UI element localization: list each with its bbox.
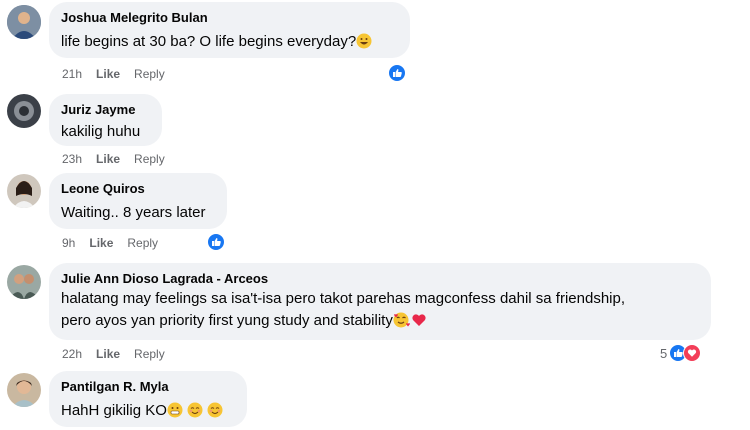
comment-meta: 22h Like Reply: [62, 347, 165, 361]
avatar[interactable]: [7, 373, 41, 407]
blushing-emoji-icon: [207, 402, 223, 425]
comment-time[interactable]: 22h: [62, 347, 82, 361]
heart-icon: [683, 344, 702, 362]
comment-author[interactable]: Joshua Melegrito Bulan: [61, 10, 398, 25]
comment-text: kakilig huhu: [61, 123, 141, 140]
reaction-summary[interactable]: [388, 64, 406, 82]
avatar[interactable]: [7, 174, 41, 208]
like-button[interactable]: Like: [96, 152, 120, 166]
reaction-summary[interactable]: [207, 233, 225, 251]
avatar[interactable]: [7, 94, 41, 128]
like-button[interactable]: Like: [89, 236, 113, 250]
avatar[interactable]: [7, 5, 41, 39]
comment-text-line: halatang may feelings sa isa't-isa pero …: [61, 290, 626, 307]
comment-text: Waiting.. 8 years later: [61, 204, 206, 221]
reaction-summary[interactable]: 5: [660, 344, 702, 362]
comment-author[interactable]: Pantilgan R. Myla: [61, 379, 235, 394]
avatar[interactable]: [7, 265, 41, 299]
comment-author[interactable]: Leone Quiros: [61, 181, 215, 196]
like-button[interactable]: Like: [96, 67, 120, 81]
comment-text: halatang may feelings sa isa't-isa pero …: [61, 288, 699, 335]
comment-bubble: Julie Ann Dioso Lagrada - Arceos halatan…: [49, 263, 711, 340]
comment-meta: 9h Like Reply: [62, 236, 158, 250]
blushing-emoji-icon: [187, 402, 203, 425]
comment-time[interactable]: 23h: [62, 152, 82, 166]
comment-author[interactable]: Juriz Jayme: [61, 102, 150, 117]
like-button[interactable]: Like: [96, 347, 120, 361]
comment-time[interactable]: 21h: [62, 67, 82, 81]
grinning-emoji-icon: [356, 33, 372, 56]
reaction-count: 5: [660, 345, 668, 361]
comment-bubble: Joshua Melegrito Bulan life begins at 30…: [49, 2, 410, 58]
reply-button[interactable]: Reply: [134, 152, 165, 166]
comment-bubble: Juriz Jayme kakilig huhu: [49, 94, 162, 146]
like-icon: [388, 64, 406, 82]
comment-text: life begins at 30 ba? O life begins ever…: [61, 31, 398, 56]
comment-meta: 23h Like Reply: [62, 152, 165, 166]
comment-meta: 21h Like Reply: [62, 67, 165, 81]
comment-text-line: pero ayos yan priority first yung study …: [61, 310, 699, 335]
red-heart-icon: [411, 312, 427, 335]
comment-text: HahH gikilig KO: [61, 400, 235, 425]
smiling-face-with-hearts-icon: [393, 312, 411, 335]
comment-author[interactable]: Julie Ann Dioso Lagrada - Arceos: [61, 271, 699, 286]
grimacing-emoji-icon: [167, 402, 183, 425]
comment-bubble: Pantilgan R. Myla HahH gikilig KO: [49, 371, 247, 427]
comment-bubble: Leone Quiros Waiting.. 8 years later: [49, 173, 227, 229]
reply-button[interactable]: Reply: [127, 236, 158, 250]
reply-button[interactable]: Reply: [134, 347, 165, 361]
like-icon: [207, 233, 225, 251]
reply-button[interactable]: Reply: [134, 67, 165, 81]
comment-time[interactable]: 9h: [62, 236, 75, 250]
